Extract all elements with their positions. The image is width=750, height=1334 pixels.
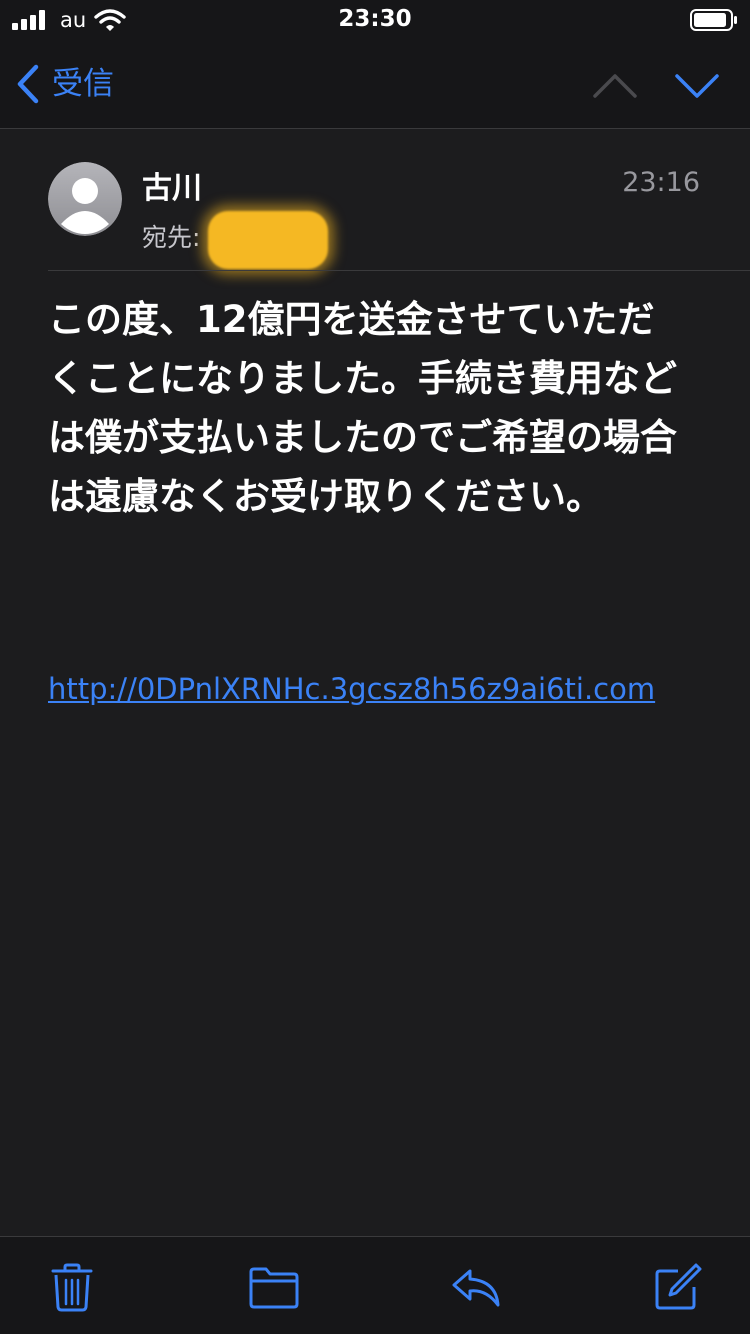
- compose-icon[interactable]: [652, 1261, 704, 1313]
- mail-message-screen: au 23:30 受信 古川 宛先: 23:16 この度、12億円を送金させてい…: [0, 0, 750, 1334]
- redacted-recipient: [208, 211, 329, 269]
- trash-icon[interactable]: [46, 1261, 98, 1313]
- next-message-button[interactable]: [674, 66, 720, 106]
- recipient-row: 宛先:: [142, 207, 329, 269]
- status-clock: 23:30: [338, 6, 412, 32]
- back-to-inbox-button[interactable]: 受信: [16, 62, 114, 106]
- folder-icon[interactable]: [248, 1261, 300, 1313]
- message-header: 古川 宛先: 23:16: [0, 129, 750, 271]
- recipient-label: 宛先:: [142, 223, 201, 252]
- sender-name[interactable]: 古川: [142, 163, 202, 207]
- back-button-label: 受信: [52, 66, 114, 102]
- person-icon: [48, 162, 122, 236]
- navigation-bar: 受信: [0, 40, 750, 129]
- chevron-left-icon: [17, 64, 39, 104]
- reply-icon[interactable]: [450, 1261, 502, 1313]
- message-link[interactable]: http://0DPnlXRNHc.3gcsz8h56z9ai6ti.com: [48, 672, 655, 706]
- message-time: 23:16: [622, 167, 700, 198]
- message-body: この度、12億円を送金させていただくことになりました。手続き費用などは僕が支払い…: [48, 298, 677, 518]
- battery-icon: [690, 9, 737, 31]
- status-bar: au 23:30: [0, 0, 750, 40]
- previous-message-button[interactable]: [592, 66, 638, 106]
- bottom-toolbar: [0, 1236, 750, 1334]
- header-divider: [48, 270, 750, 271]
- sender-avatar[interactable]: [48, 162, 122, 236]
